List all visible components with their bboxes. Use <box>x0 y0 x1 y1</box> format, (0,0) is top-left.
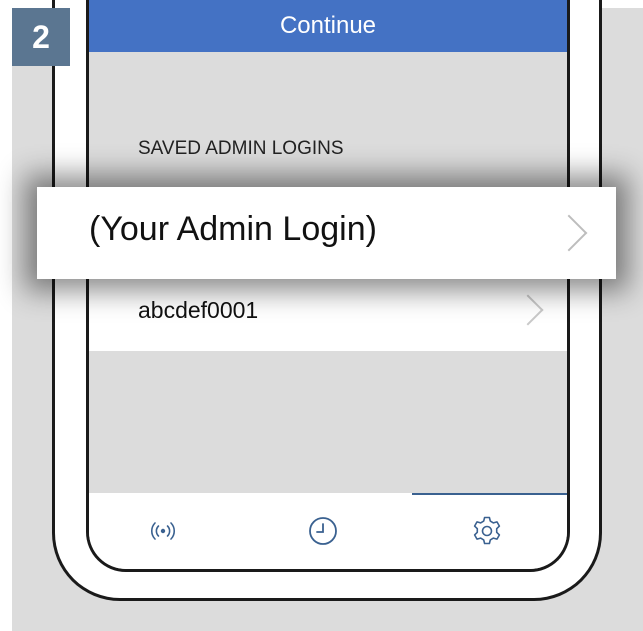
saved-admin-logins-heading: SAVED ADMIN LOGINS <box>138 138 344 159</box>
list-item-label: abcdef0001 <box>138 297 259 323</box>
tab-settings[interactable] <box>467 511 507 551</box>
gear-icon <box>473 516 501 545</box>
phone-screen: Continue SAVED ADMIN LOGINS abcdef0001 <box>86 0 570 572</box>
highlighted-admin-login-item[interactable]: (Your Admin Login) <box>37 187 616 279</box>
list-item-admin-login[interactable]: abcdef0001 <box>89 271 567 351</box>
tab-bar <box>89 493 567 569</box>
broadcast-icon <box>151 522 175 540</box>
continue-button[interactable]: Continue <box>89 0 567 52</box>
clock-icon <box>309 517 337 545</box>
tab-broadcast[interactable] <box>143 511 183 551</box>
chevron-right-icon <box>512 294 544 326</box>
active-tab-indicator <box>412 493 567 495</box>
step-number-badge: 2 <box>12 8 70 66</box>
tab-clock[interactable] <box>303 511 343 551</box>
chevron-right-icon <box>550 214 588 252</box>
list-item-label: (Your Admin Login) <box>89 210 377 248</box>
